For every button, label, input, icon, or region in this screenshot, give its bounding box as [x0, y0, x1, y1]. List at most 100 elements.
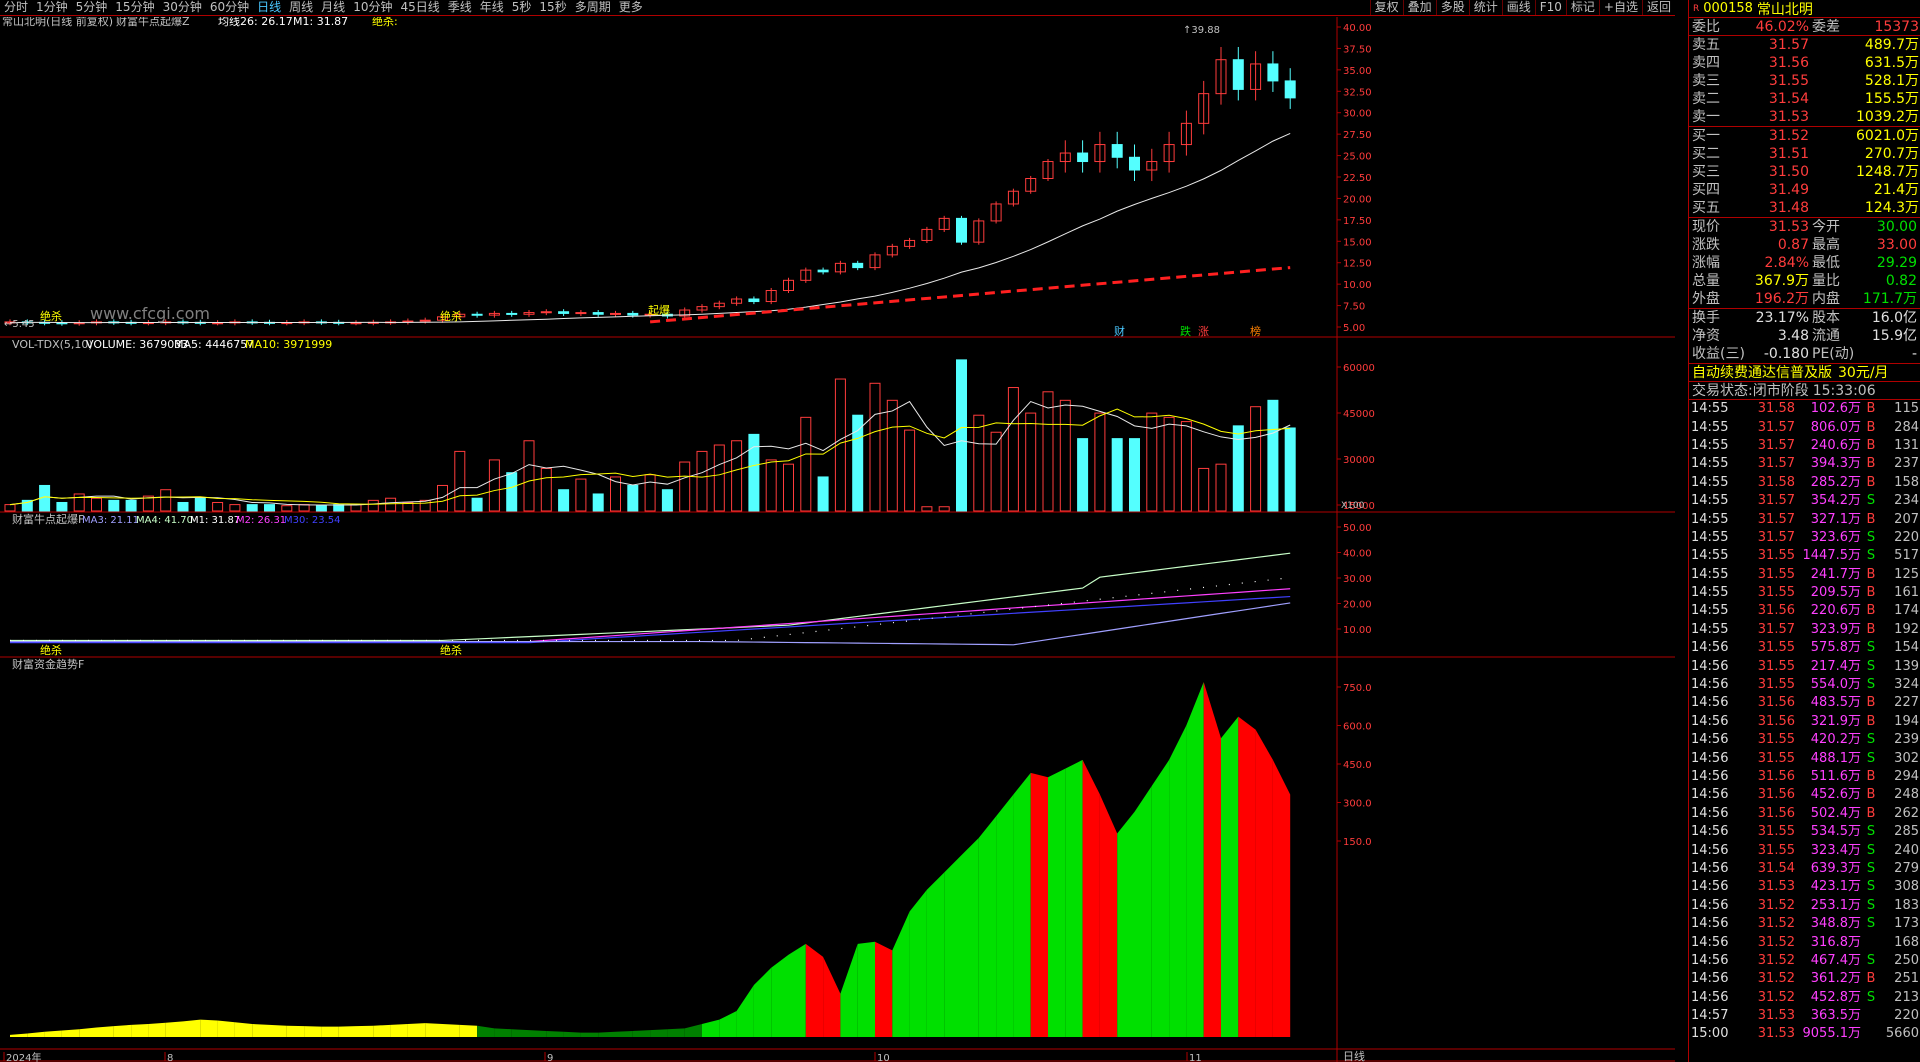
charts-svg[interactable]: 常山北明(日线 前复权) 财富牛点起爆Z 均线26: 26.17 M1: 31.87 绝… [0, 14, 1675, 1062]
main-y-tick-label: 15.00 [1343, 237, 1372, 248]
stat-label: 量比 [1812, 273, 1840, 289]
tick-volume: 452.6万 [1810, 787, 1861, 803]
tab-8[interactable]: 月线 [321, 0, 345, 14]
tab-2[interactable]: 5分钟 [76, 0, 108, 14]
tick-volume: 363.5万 [1810, 1008, 1861, 1024]
ratio-row: 委比 46.02% 委差 15373 [1689, 18, 1920, 36]
tool-button-6[interactable]: 标记 [1565, 0, 1599, 15]
high-price-label: ↑39.88 [1183, 25, 1220, 36]
fund-area [442, 1024, 460, 1037]
tab-15[interactable]: 多周期 [575, 0, 611, 14]
volume-bar [679, 461, 691, 512]
fund-area [1030, 772, 1048, 1037]
fund-area [61, 1029, 80, 1037]
tab-9[interactable]: 10分钟 [353, 0, 392, 14]
promo-text[interactable]: 自动续费通达信普及版 [1689, 364, 1832, 382]
fund-area [598, 1031, 616, 1037]
volume-bar [731, 440, 743, 512]
tick-price: 31.57 [1757, 456, 1795, 472]
stat-value: 0.87 [1777, 237, 1809, 253]
tick-count: 227 [1894, 695, 1919, 711]
tick-time: 14:56 [1691, 842, 1729, 858]
stat-label: 涨跌 [1692, 237, 1720, 253]
tick-volume: 394.3万 [1810, 456, 1861, 472]
tab-10[interactable]: 45日线 [400, 0, 439, 14]
volume-bar [246, 504, 258, 512]
tool-button-2[interactable]: 多股 [1435, 0, 1469, 15]
tool-button-8[interactable]: 返回 [1641, 0, 1675, 15]
tick-count: 262 [1894, 805, 1919, 821]
tick-count: 131 [1894, 437, 1919, 453]
buy-row-3: 买四 31.49 21.4万 [1689, 181, 1920, 199]
tool-button-0[interactable]: 复权 [1369, 0, 1403, 15]
tick-price: 31.55 [1757, 585, 1795, 601]
tick-time: 14:56 [1691, 787, 1729, 803]
volume-bar [471, 497, 483, 512]
stat-value: 15.9亿 [1871, 328, 1917, 344]
ratio-label: 委比 [1692, 18, 1720, 35]
tick-list[interactable]: 14:55 31.58 102.6万 B 115 14:55 31.57 806.0万 B 284… [1689, 400, 1920, 1044]
tick-row-12: 14:55 31.57 323.9万 B 192 [1689, 621, 1920, 639]
tab-3[interactable]: 15分钟 [115, 0, 154, 14]
candle [575, 312, 587, 315]
quote-panel: R 000158 常山北明 委比 46.02% 委差 15373 卖五 31.57… [1688, 0, 1920, 1062]
tick-price: 31.57 [1757, 529, 1795, 545]
fund-area [1134, 785, 1152, 1037]
low-price-label: ←5.45 [4, 319, 35, 330]
tab-16[interactable]: 更多 [619, 0, 643, 14]
tab-7[interactable]: 周线 [289, 0, 313, 14]
tick-count: 248 [1894, 787, 1919, 803]
tab-0[interactable]: 分时 [4, 0, 28, 14]
tick-side: B [1866, 419, 1876, 435]
tick-row-23: 14:56 31.55 534.5万 S 285 [1689, 823, 1920, 841]
tool-button-7[interactable]: +自选 [1598, 0, 1642, 15]
fund-area [667, 1028, 685, 1037]
vol-y-tick-label: 60000 [1343, 363, 1375, 374]
tick-volume: 534.5万 [1810, 824, 1861, 840]
tick-side: S [1866, 916, 1876, 932]
fund-area [563, 1031, 581, 1037]
main-y-tick-label: 17.50 [1343, 216, 1372, 227]
tab-14[interactable]: 15秒 [539, 0, 566, 14]
fund-y-tick-label: 750.0 [1343, 683, 1372, 694]
tab-12[interactable]: 年线 [480, 0, 504, 14]
tick-time: 14:55 [1691, 529, 1729, 545]
tick-time: 14:56 [1691, 713, 1729, 729]
fund-area [546, 1030, 564, 1037]
tab-5[interactable]: 60分钟 [210, 0, 249, 14]
tool-button-5[interactable]: F10 [1534, 0, 1566, 15]
tick-count: 125 [1894, 566, 1919, 582]
sell-row-1: 卖四 31.56 631.5万 [1689, 54, 1920, 72]
promo-row[interactable]: 自动续费通达信普及版 30元/月 [1689, 364, 1920, 382]
tab-6[interactable]: 日线 [257, 0, 281, 14]
fund-area [961, 837, 979, 1037]
candle [610, 312, 621, 315]
tick-side: B [1866, 713, 1876, 729]
tick-volume: 423.1万 [1810, 879, 1861, 895]
trade-time: 15:33:06 [1812, 382, 1876, 399]
tick-price: 31.55 [1757, 640, 1795, 656]
buy-price: 31.48 [1768, 200, 1809, 216]
tab-13[interactable]: 5秒 [512, 0, 532, 14]
tick-count: 239 [1894, 732, 1919, 748]
fund-area [217, 1020, 235, 1037]
sell-label: 卖二 [1692, 91, 1720, 107]
promo-price[interactable]: 30元/月 [1838, 364, 1889, 382]
tool-button-3[interactable]: 统计 [1468, 0, 1502, 15]
tool-button-1[interactable]: 叠加 [1402, 0, 1436, 15]
tab-4[interactable]: 30分钟 [163, 0, 202, 14]
fund-y-tick-label: 600.0 [1343, 722, 1372, 733]
stock-header: R 000158 常山北明 [1689, 0, 1920, 18]
tick-time: 14:55 [1691, 548, 1729, 564]
candle [1129, 156, 1140, 171]
fund-area [684, 1024, 702, 1037]
tick-price: 31.52 [1757, 989, 1795, 1005]
tick-count: 161 [1894, 585, 1919, 601]
tab-11[interactable]: 季线 [448, 0, 472, 14]
tool-button-4[interactable]: 画线 [1501, 0, 1535, 15]
candle [540, 311, 552, 314]
volume-bar [506, 472, 518, 512]
volume-bar [212, 501, 224, 512]
volume-bar [419, 499, 431, 512]
tab-1[interactable]: 1分钟 [36, 0, 68, 14]
